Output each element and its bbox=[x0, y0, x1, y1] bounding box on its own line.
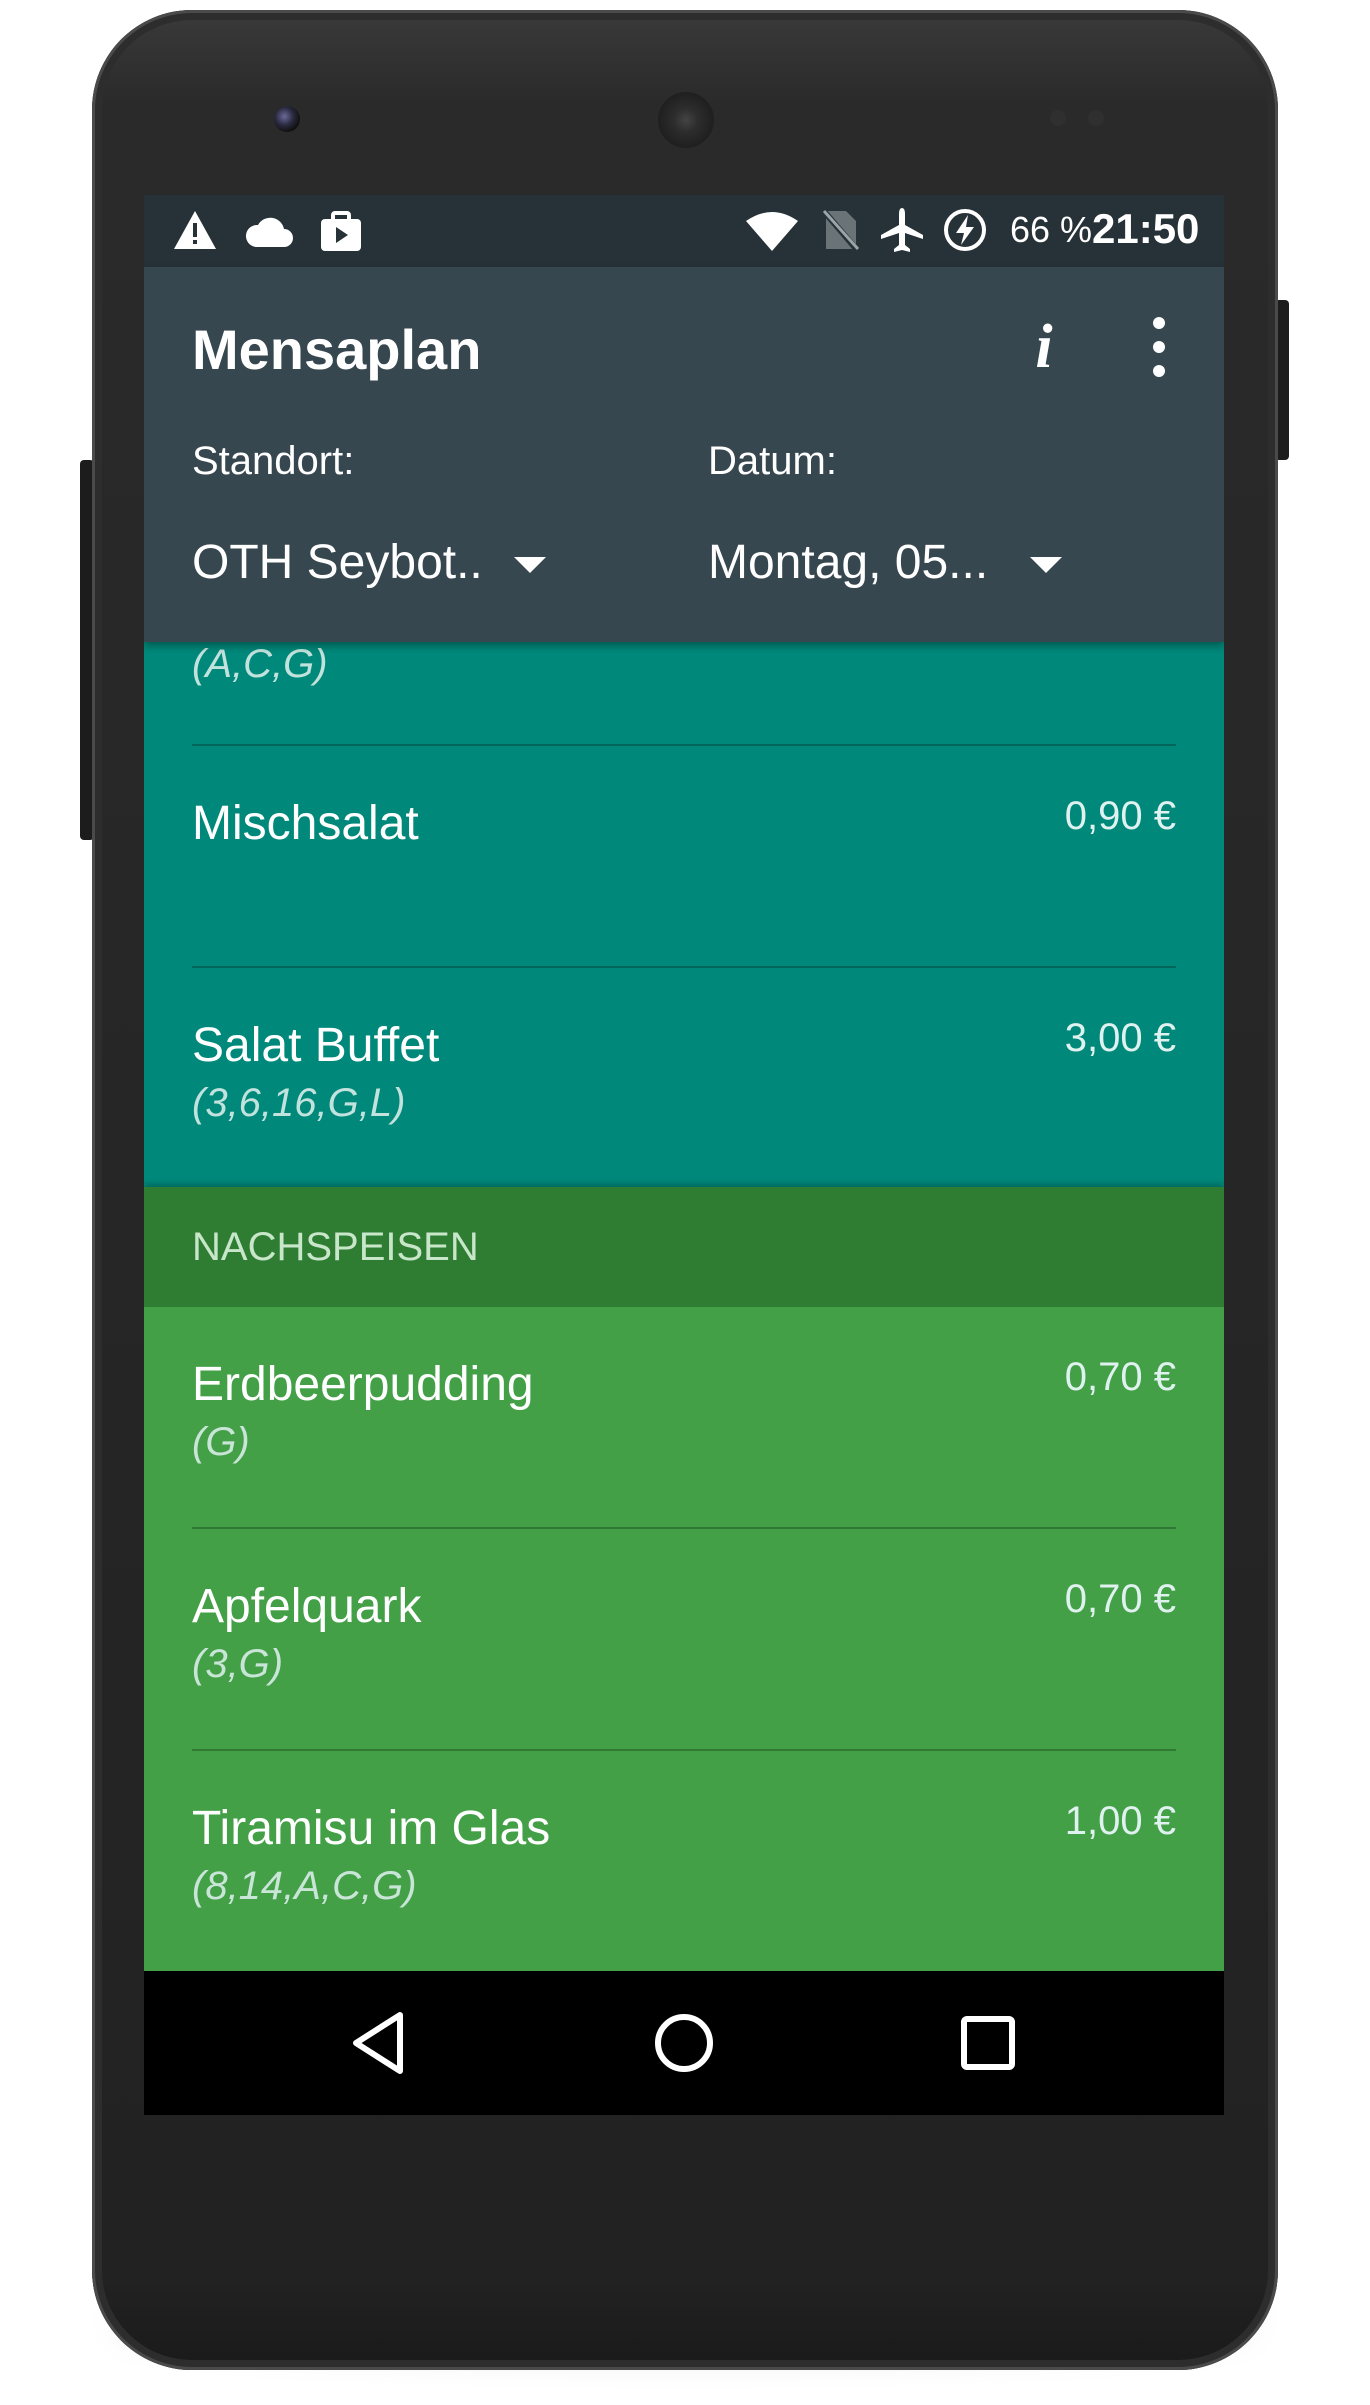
list-item[interactable]: Erdbeerpudding (G) 0,70 € bbox=[144, 1307, 1224, 1529]
clock: 21:50 bbox=[1092, 205, 1200, 252]
screen: 66 % 21:50 Mensaplan i Standort: OTH Sey… bbox=[144, 195, 1224, 2115]
item-price: 0,70 € bbox=[1064, 1577, 1176, 1621]
battery-percentage: 66 % bbox=[1010, 209, 1093, 250]
home-icon[interactable] bbox=[648, 2007, 720, 2079]
item-allergens: (8,14,A,C,G) bbox=[192, 1864, 417, 1908]
item-price: 0,70 € bbox=[1064, 1355, 1176, 1399]
battery-saver-icon bbox=[944, 209, 986, 251]
earpiece-speaker-icon bbox=[658, 92, 714, 148]
app-title: Mensaplan bbox=[192, 318, 482, 381]
date-spinner[interactable]: Montag, 05... bbox=[684, 527, 1084, 607]
list-item[interactable]: Tiramisu im Glas (8,14,A,C,G) 1,00 € bbox=[144, 1751, 1224, 1973]
item-name: Erdbeerpudding bbox=[192, 1358, 534, 1411]
light-sensor bbox=[1088, 110, 1104, 126]
list-item[interactable]: Apfelquark (3,G) 0,70 € bbox=[144, 1529, 1224, 1751]
item-allergens: (G) bbox=[192, 1420, 250, 1464]
section-header: NACHSPEISEN bbox=[144, 1187, 1224, 1307]
menu-list[interactable]: (A,C,G) Mischsalat 0,90 € Salat Buffet (… bbox=[144, 642, 1224, 2115]
list-item[interactable]: Salat Buffet (3,6,16,G,L) 3,00 € bbox=[144, 968, 1224, 1190]
item-name: Mischsalat bbox=[192, 797, 419, 850]
recents-icon[interactable] bbox=[952, 2007, 1024, 2079]
chevron-down-icon bbox=[1030, 557, 1062, 573]
navigation-bar bbox=[144, 1971, 1224, 2115]
proximity-sensor bbox=[1050, 110, 1066, 126]
date-value: Montag, 05... bbox=[708, 536, 989, 589]
briefcase-icon bbox=[321, 211, 361, 251]
salad-section: (A,C,G) Mischsalat 0,90 € Salat Buffet (… bbox=[144, 642, 1224, 1187]
item-name: Salat Buffet bbox=[192, 1019, 440, 1072]
item-price: 1,00 € bbox=[1064, 1799, 1176, 1843]
cloud-icon bbox=[245, 217, 293, 247]
item-name: Apfelquark bbox=[192, 1580, 422, 1633]
warning-icon bbox=[174, 211, 216, 249]
item-name: Tiramisu im Glas bbox=[192, 1802, 551, 1855]
wifi-icon bbox=[746, 212, 798, 251]
back-icon[interactable] bbox=[344, 2007, 416, 2079]
airplane-mode-icon bbox=[881, 208, 923, 252]
date-label: Datum: bbox=[708, 439, 837, 483]
location-label: Standort: bbox=[192, 439, 355, 483]
more-vert-icon[interactable] bbox=[1124, 307, 1194, 387]
section-header-label: NACHSPEISEN bbox=[192, 1225, 479, 1269]
front-camera-icon bbox=[274, 106, 300, 132]
app-toolbar: Mensaplan i Standort: OTH Seybot.. Datum… bbox=[144, 267, 1224, 642]
list-item[interactable]: Mischsalat 0,90 € bbox=[144, 746, 1224, 968]
status-bar: 66 % 21:50 bbox=[144, 195, 1224, 267]
location-spinner[interactable]: OTH Seybot.. bbox=[168, 527, 568, 607]
chevron-down-icon bbox=[514, 557, 546, 573]
item-price: 0,90 € bbox=[1064, 794, 1176, 838]
item-allergens: (3,G) bbox=[192, 1642, 284, 1686]
location-value: OTH Seybot.. bbox=[192, 536, 483, 589]
info-icon[interactable]: i bbox=[1004, 307, 1084, 387]
item-allergens: (3,6,16,G,L) bbox=[192, 1081, 406, 1125]
no-sim-icon bbox=[820, 207, 860, 253]
item-price: 3,00 € bbox=[1064, 1016, 1176, 1060]
partial-item-allergens: (A,C,G) bbox=[192, 642, 328, 686]
